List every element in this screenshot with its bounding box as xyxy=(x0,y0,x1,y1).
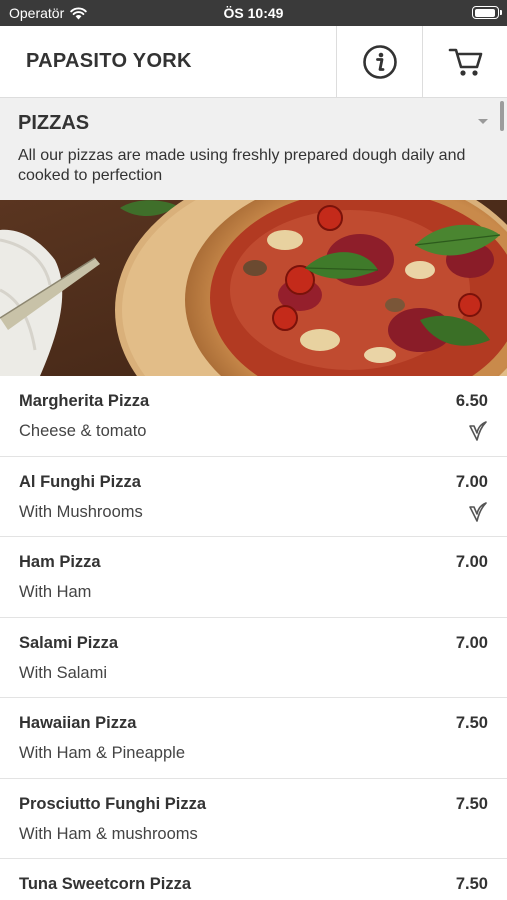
menu-item[interactable]: Salami Pizza 7.00 With Salami xyxy=(0,617,507,698)
menu-item-price: 6.50 xyxy=(455,392,488,410)
menu-item[interactable]: Ham Pizza 7.00 With Ham xyxy=(0,537,507,618)
menu-item-description: With Ham & Pineapple xyxy=(19,744,185,762)
info-circle-icon xyxy=(362,45,397,79)
menu-item-price: 7.00 xyxy=(455,553,488,571)
category-description: All our pizzas are made using freshly pr… xyxy=(18,147,466,184)
menu-item[interactable]: Al Funghi Pizza 7.00 With Mushrooms xyxy=(0,456,507,537)
shopping-cart-icon xyxy=(448,48,482,76)
menu-item-description: With Ham xyxy=(19,583,92,601)
menu-item[interactable]: Prosciutto Funghi Pizza 7.50 With Ham & … xyxy=(0,778,507,859)
scroll-indicator xyxy=(500,101,504,131)
menu-item-name: Al Funghi Pizza xyxy=(19,472,141,491)
menu-item-price: 7.00 xyxy=(455,472,488,491)
menu-item-price: 7.50 xyxy=(455,714,488,732)
category-header-pizzas[interactable]: PIZZAS All our pizzas are made using fre… xyxy=(0,98,507,200)
menu-item-description: With Ham & mushrooms xyxy=(19,824,198,843)
app-header: PAPASITO YORK xyxy=(0,26,507,98)
menu-item-description: With Salami xyxy=(19,663,108,682)
chevron-down-icon xyxy=(478,119,488,124)
menu-item[interactable]: Margherita Pizza 6.50 Cheese & tomato xyxy=(0,376,507,457)
category-hero-image xyxy=(0,200,507,376)
menu-item-name: Prosciutto Funghi Pizza xyxy=(19,794,207,813)
menu-item-name: Tuna Sweetcorn Pizza xyxy=(19,875,192,893)
category-title: PIZZAS xyxy=(18,112,90,134)
cart-button[interactable] xyxy=(422,26,507,98)
menu-item-description: With Mushrooms xyxy=(19,502,143,521)
battery-icon xyxy=(472,6,502,19)
menu-item-name: Hawaiian Pizza xyxy=(19,714,137,732)
info-button[interactable] xyxy=(336,26,422,98)
status-bar: Operatör ÖS 10:49 xyxy=(0,0,507,26)
menu-item[interactable]: Hawaiian Pizza 7.50 With Ham & Pineapple xyxy=(0,698,507,779)
restaurant-title: PAPASITO YORK xyxy=(26,50,192,72)
menu-item-name: Margherita Pizza xyxy=(19,392,150,410)
battery-level xyxy=(474,8,496,17)
menu-item-price: 7.50 xyxy=(455,875,488,893)
menu-item[interactable]: Tuna Sweetcorn Pizza 7.50 xyxy=(0,859,507,900)
pizza-photo xyxy=(0,200,507,376)
vegetarian-icon xyxy=(469,501,487,522)
menu-list: Margherita Pizza 6.50 Cheese & tomato Al… xyxy=(0,376,507,900)
menu-item-name: Salami Pizza xyxy=(19,633,119,652)
menu-item-price: 7.00 xyxy=(455,633,488,652)
menu-item-price: 7.50 xyxy=(455,794,488,813)
menu-item-name: Ham Pizza xyxy=(19,553,101,571)
vegetarian-icon xyxy=(469,421,487,441)
menu-item-description: Cheese & tomato xyxy=(19,422,147,440)
status-time: ÖS 10:49 xyxy=(223,5,284,21)
